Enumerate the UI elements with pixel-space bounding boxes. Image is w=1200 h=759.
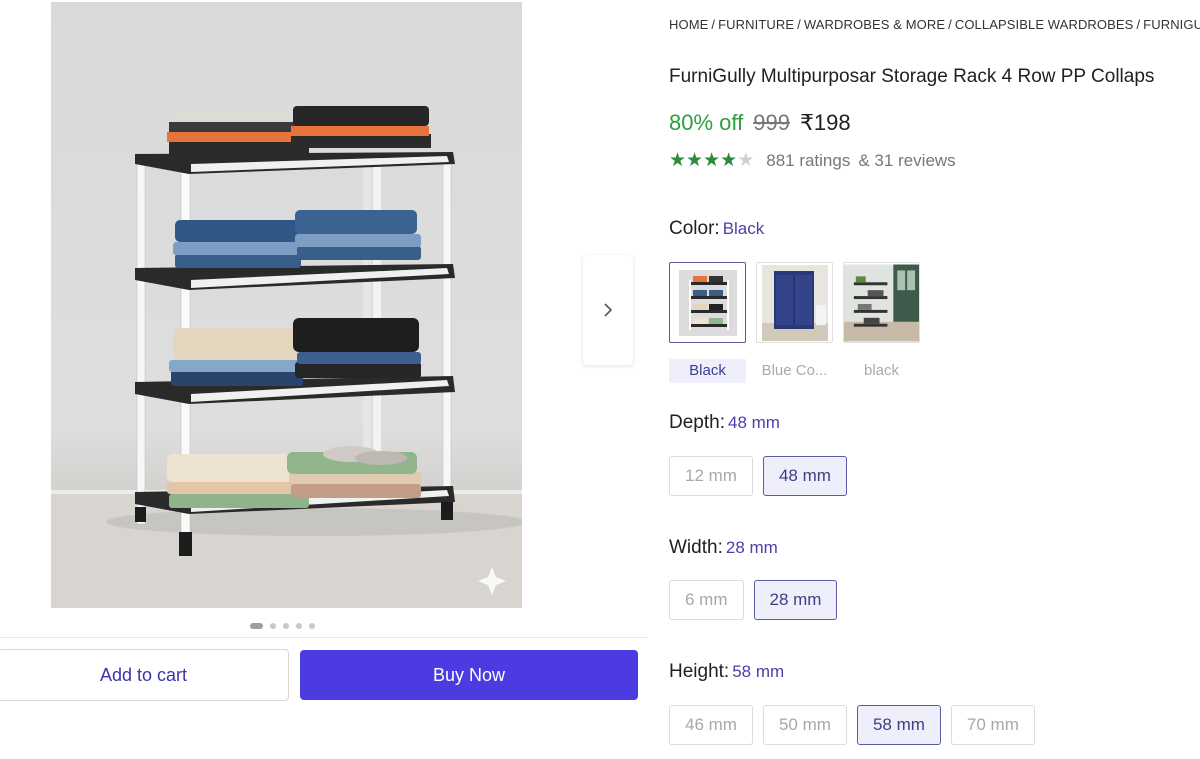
swatch-image [843, 262, 920, 343]
height-option[interactable]: 46 mm [669, 705, 753, 745]
width-selected-value: 28 mm [725, 538, 778, 557]
discount-percent: 80% off [669, 110, 744, 135]
pagination-dot[interactable] [283, 623, 289, 629]
original-price: 999 [753, 110, 790, 135]
width-option[interactable]: 6 mm [669, 580, 744, 620]
color-label-text: Color: [669, 218, 720, 239]
height-selected-value: 58 mm [732, 662, 785, 681]
rating-stars: ★ ★ ★ ★ ★ [669, 151, 754, 171]
color-swatches: Black Blue Co... black [669, 262, 920, 383]
depth-label: Depth: 48 mm [669, 412, 780, 434]
height-options: 46 mm 50 mm 58 mm 70 mm [669, 705, 1035, 745]
pagination-dot[interactable] [270, 623, 276, 629]
width-option[interactable]: 28 mm [753, 580, 838, 620]
height-label-text: Height: [669, 661, 730, 682]
chevron-right-icon [604, 303, 613, 317]
depth-option[interactable]: 48 mm [762, 456, 847, 496]
color-option-black[interactable]: Black [669, 262, 746, 383]
star-icon: ★ [703, 150, 721, 171]
next-image-button[interactable] [583, 255, 633, 365]
product-gallery: Add to cart Buy Now [0, 0, 650, 759]
breadcrumb-brand[interactable]: FURNIGULLY C [1143, 17, 1200, 32]
pagination-dot[interactable] [309, 623, 315, 629]
buy-now-button[interactable]: Buy Now [300, 650, 638, 700]
color-selected-value: Black [722, 219, 765, 238]
breadcrumb-separator: / [711, 17, 716, 32]
reviews-count: & 31 reviews [858, 151, 956, 170]
breadcrumb-furniture[interactable]: FURNITURE [718, 17, 794, 32]
storage-rack-image [51, 106, 522, 608]
breadcrumb-separator: / [1136, 17, 1141, 32]
breadcrumb-home[interactable]: HOME [669, 17, 708, 32]
width-label: Width: 28 mm [669, 537, 778, 559]
color-option-blue[interactable]: Blue Co... [756, 262, 833, 383]
height-option[interactable]: 58 mm [856, 705, 941, 745]
add-to-cart-button[interactable]: Add to cart [0, 649, 289, 701]
color-option-label: black [863, 362, 900, 379]
wardrobe-thumbnail-icon [761, 264, 828, 341]
product-main-image[interactable] [51, 2, 522, 608]
product-details: HOME / FURNITURE / WARDROBES & MORE / COLLAPSI… [669, 0, 1200, 759]
breadcrumb-separator: / [797, 17, 801, 32]
rack-thumbnail-icon [678, 269, 737, 336]
depth-selected-value: 48 mm [727, 413, 780, 432]
breadcrumb-separator: / [948, 17, 952, 32]
star-icon: ★ [669, 150, 687, 171]
product-title: FurniGully Multipurposar Storage Rack 4 … [669, 66, 1155, 87]
pagination-dot[interactable] [250, 623, 263, 629]
depth-options: 12 mm 48 mm [669, 456, 847, 496]
width-options: 6 mm 28 mm [669, 580, 838, 620]
selling-price: ₹198 [799, 110, 851, 135]
color-option-black-alt[interactable]: black [843, 262, 920, 383]
height-option[interactable]: 70 mm [950, 705, 1035, 745]
room-thumbnail-icon [844, 264, 919, 341]
rating-summary[interactable]: ★ ★ ★ ★ ★ 881 ratings & 31 reviews [669, 151, 956, 171]
swatch-image [756, 262, 833, 343]
depth-option[interactable]: 12 mm [669, 456, 753, 496]
height-label: Height: 58 mm [669, 661, 784, 683]
height-option[interactable]: 50 mm [762, 705, 847, 745]
color-label: Color: Black [669, 218, 764, 240]
width-label-text: Width: [669, 537, 723, 558]
color-option-label: Blue Co... [761, 362, 828, 379]
image-pagination [250, 623, 315, 629]
star-icon: ★ [686, 150, 704, 171]
ratings-count: 881 ratings [766, 151, 851, 170]
star-empty-icon: ★ [737, 150, 755, 171]
depth-label-text: Depth: [669, 412, 725, 433]
color-option-label: Black [669, 359, 746, 383]
breadcrumb-wardrobes[interactable]: WARDROBES & MORE [804, 17, 945, 32]
breadcrumb-collapsible[interactable]: COLLAPSIBLE WARDROBES [955, 17, 1134, 32]
price-row: 80% off 999 ₹198 [669, 110, 851, 136]
star-icon: ★ [720, 150, 738, 171]
swatch-image [669, 262, 746, 343]
breadcrumb: HOME / FURNITURE / WARDROBES & MORE / COLLAPSI… [669, 17, 1200, 32]
divider [0, 637, 648, 638]
pagination-dot[interactable] [296, 623, 302, 629]
